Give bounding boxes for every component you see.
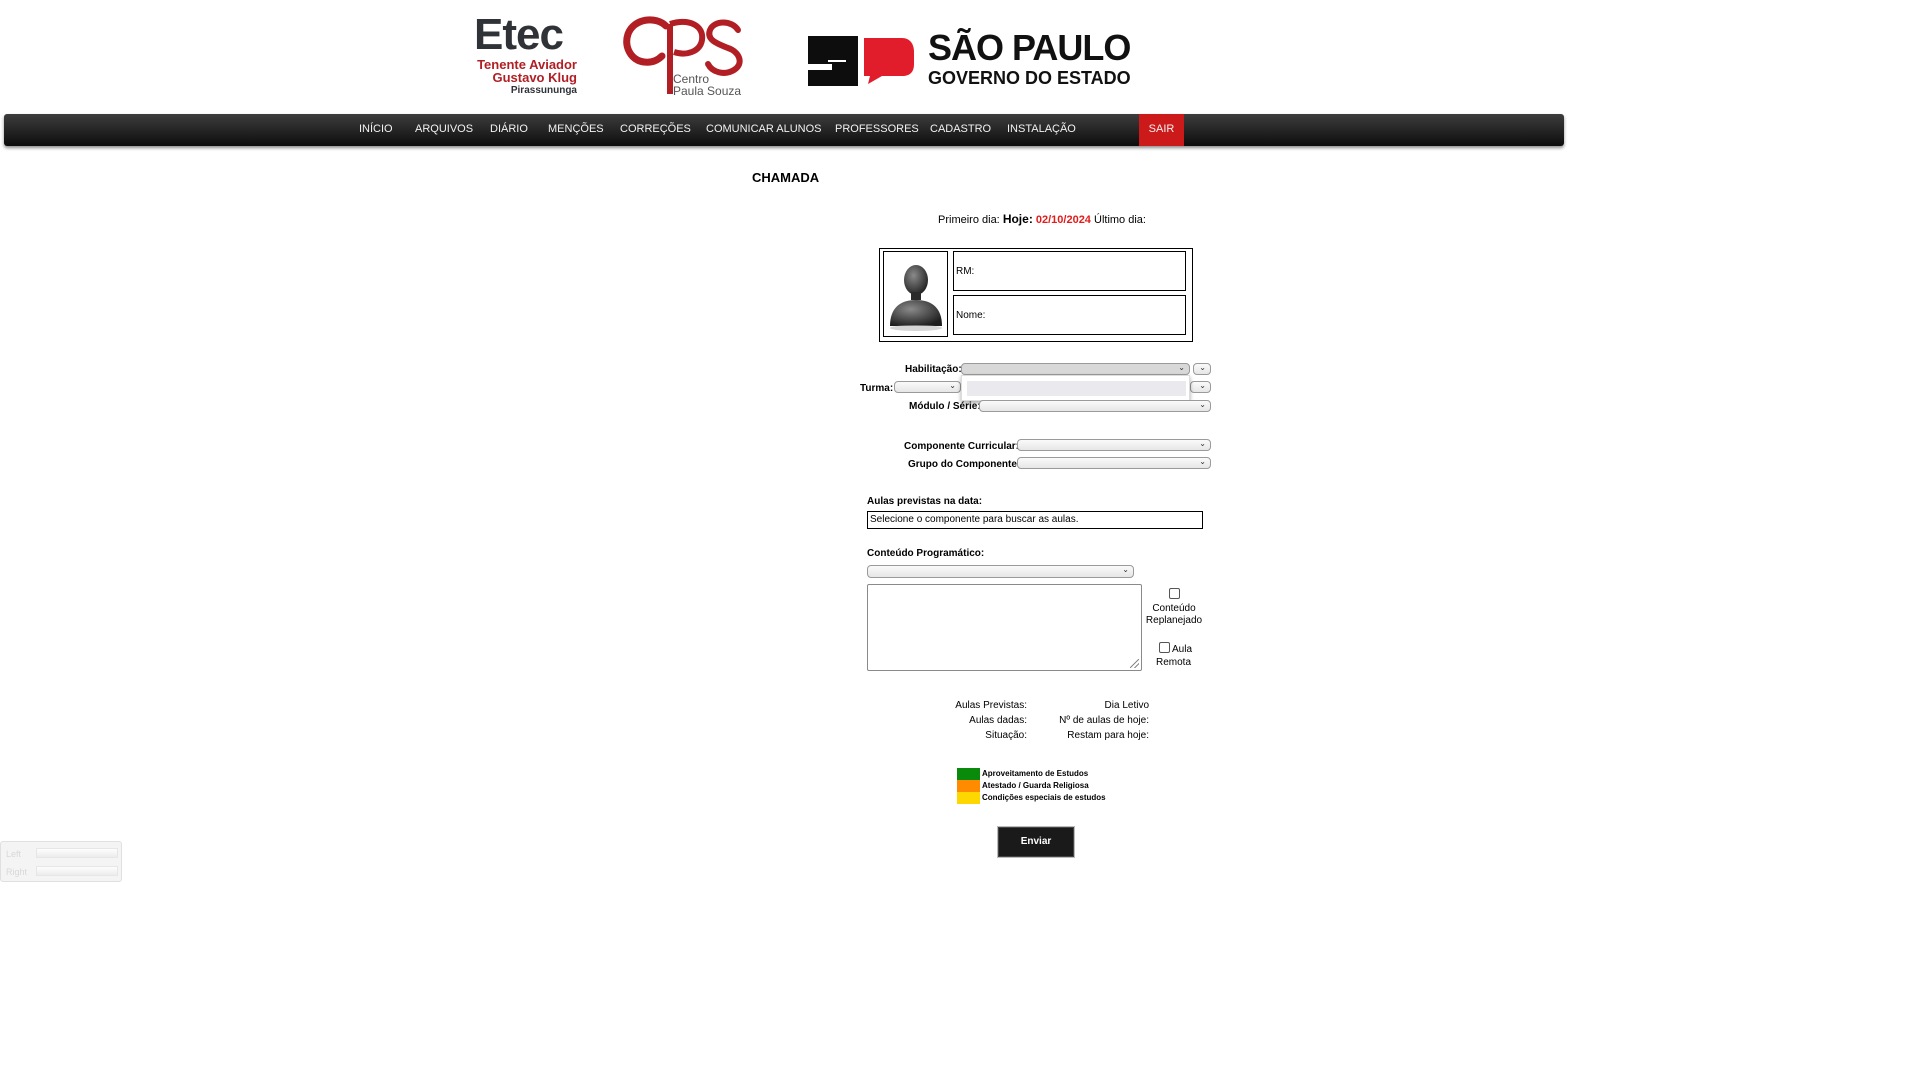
dia-letivo-stat: Dia Letivo [1104, 700, 1149, 711]
chevron-down-icon: ⌄ [949, 381, 956, 390]
date-line: Primeiro dia: Hoje: 02/10/2024 Último di… [938, 212, 1146, 226]
replanejado-label: Conteúdo Replanejado [1140, 603, 1208, 627]
enviar-button[interactable]: Enviar [998, 827, 1074, 857]
student-rm-field: RM: [953, 251, 1186, 291]
modulo-select[interactable]: ⌄ [979, 400, 1211, 412]
nav-cadastro[interactable]: CADASTRO [930, 114, 991, 146]
nav-diario[interactable]: DIÁRIO [490, 114, 528, 146]
turma-label: Turma: [860, 383, 894, 394]
n-aulas-hoje-stat: Nº de aulas de hoje: [1059, 715, 1149, 726]
etec-logo: Etec Tenente Aviador Gustavo Klug Pirass… [470, 12, 580, 98]
etec-logo-line3: Pirassununga [510, 85, 577, 96]
sp-logo-mark [808, 36, 914, 86]
restam-hoje-stat: Restam para hoje: [1067, 730, 1149, 741]
student-photo [883, 251, 948, 337]
turma-select[interactable]: ⌄ [894, 381, 961, 393]
left-label: Left [6, 849, 22, 859]
nav-instalacao[interactable]: INSTALAÇÃO [1007, 114, 1076, 146]
right-slider[interactable] [36, 866, 118, 876]
resize-grip-icon[interactable] [1130, 659, 1139, 668]
componente-select[interactable]: ⌄ [1017, 439, 1211, 451]
nav-professores[interactable]: PROFESSORES [835, 114, 919, 146]
conteudo-label: Conteúdo Programático: [867, 548, 985, 559]
student-info-box: RM: Nome: [879, 248, 1193, 342]
student-name-field: Nome: [953, 295, 1186, 335]
aulas-dadas-stat: Aulas dadas: [969, 715, 1027, 726]
aula-remota-label-line2: Remota [1156, 657, 1192, 668]
dropdown-option[interactable] [967, 381, 1186, 396]
chevron-down-icon: ⌄ [1199, 439, 1206, 448]
aulas-previstas-stat: Aulas Previstas: [955, 700, 1027, 711]
chevron-down-icon: ⌄ [1199, 457, 1206, 466]
sp-logo-line1: SÃO PAULO [928, 27, 1131, 68]
aula-remota-label-line1: Aula [1172, 644, 1193, 655]
cps-logo: Centro Paula Souza [620, 12, 750, 100]
legend-swatch-atestado [957, 780, 980, 792]
cps-logo-text: Centro Paula Souza [673, 73, 741, 97]
sp-logo-line2: GOVERNO DO ESTADO [928, 68, 1131, 88]
legend-aproveitamento: Aproveitamento de Estudos [982, 769, 1089, 778]
conteudo-select[interactable]: ⌄ [867, 565, 1134, 578]
today-date: 02/10/2024 [1035, 214, 1091, 226]
aulas-previstas-box: Selecione o componente para buscar as au… [867, 511, 1203, 529]
avatar-silhouette-icon [890, 265, 942, 331]
legend-swatch-aproveitamento [957, 768, 980, 780]
chevron-down-icon: ⌄ [1199, 363, 1206, 372]
replanejado-label-line1: Conteúdo [1152, 603, 1196, 614]
habilitacao-select[interactable]: ⌄ [961, 363, 1190, 375]
nav-comunicar-alunos[interactable]: COMUNICAR ALUNOS [706, 114, 822, 146]
grupo-label: Grupo do Componente: [908, 459, 1021, 470]
etec-logo-word: Etec [474, 10, 564, 59]
nav-inicio[interactable]: INÍCIO [359, 114, 393, 146]
nav-arquivos[interactable]: ARQUIVOS [415, 114, 473, 146]
main-nav: INÍCIO ARQUIVOS DIÁRIO MENÇÕES CORREÇÕES… [4, 114, 1564, 146]
chevron-down-icon: ⌄ [1199, 400, 1206, 409]
legend-condicoes: Condições especiais de estudos [982, 793, 1106, 802]
grupo-select[interactable]: ⌄ [1017, 457, 1211, 469]
turma-extra-select[interactable]: ⌄ [1190, 381, 1211, 393]
habilitacao-label: Habilitação: [905, 364, 962, 375]
left-right-widget: Left Right [0, 841, 122, 882]
habilitacao-dropdown-list[interactable] [961, 375, 1190, 401]
aulas-previstas-label: Aulas previstas na data: [867, 496, 983, 507]
chevron-down-icon: ⌄ [1178, 363, 1185, 372]
nav-mencoes[interactable]: MENÇÕES [548, 114, 604, 146]
legend-swatch-condicoes [957, 792, 980, 804]
last-day-label: Último dia: [1094, 214, 1146, 226]
first-day-label: Primeiro dia: [938, 214, 1000, 226]
habilitacao-extra-select[interactable]: ⌄ [1193, 363, 1211, 375]
conteudo-textarea[interactable] [867, 584, 1142, 671]
nav-correcoes[interactable]: CORREÇÕES [620, 114, 691, 146]
sao-paulo-logo: SÃO PAULO GOVERNO DO ESTADO [806, 27, 1146, 90]
page-title: CHAMADA [752, 170, 820, 185]
etec-logo-line2: Gustavo Klug [492, 70, 577, 85]
situacao-stat: Situação: [985, 730, 1027, 741]
today-label: Hoje: [1002, 212, 1033, 226]
chevron-down-icon: ⌄ [1199, 381, 1206, 390]
right-label: Right [6, 867, 28, 877]
componente-label: Componente Curricular: [904, 441, 1020, 452]
chevron-down-icon: ⌄ [1122, 565, 1129, 574]
nav-sair-button[interactable]: SAIR [1139, 114, 1184, 146]
legend-atestado: Atestado / Guarda Religiosa [982, 781, 1089, 790]
replanejado-checkbox[interactable] [1169, 588, 1180, 599]
cps-logo-line2: Paula Souza [673, 84, 742, 98]
aula-remota-checkbox[interactable] [1159, 642, 1170, 653]
modulo-label: Módulo / Série: [909, 401, 981, 412]
replanejado-label-line2: Replanejado [1145, 615, 1203, 626]
left-slider[interactable] [36, 848, 118, 858]
